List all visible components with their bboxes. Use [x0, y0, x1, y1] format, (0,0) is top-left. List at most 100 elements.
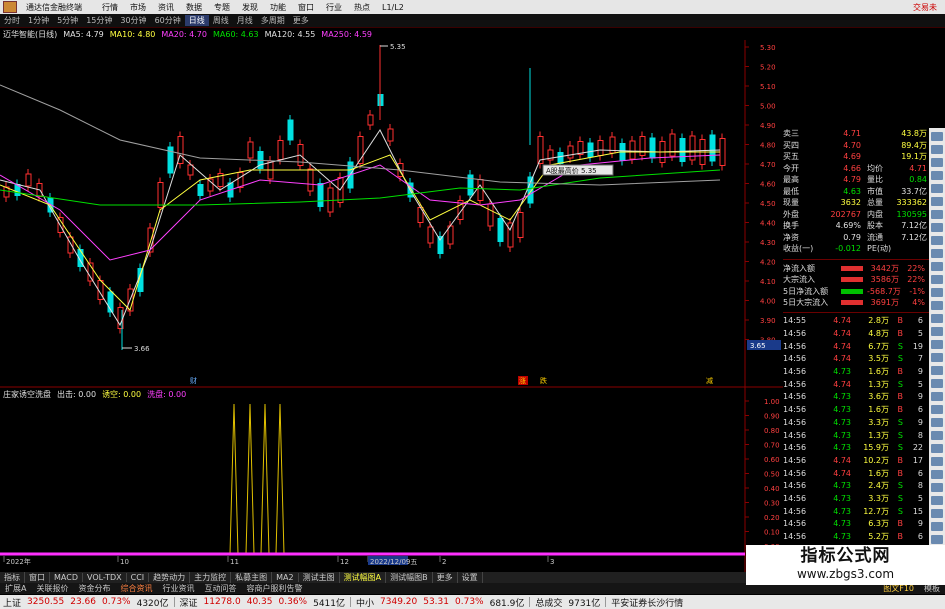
menu-item-window[interactable]: 窗口 [292, 2, 320, 13]
period-tab-monthly[interactable]: 月线 [233, 15, 257, 26]
sidebar-icon-22[interactable] [931, 405, 943, 414]
sz-index-label[interactable]: 深证 [177, 596, 201, 609]
menu-item-industry[interactable]: 行业 [320, 2, 348, 13]
kline-chart[interactable]: 5.30 5.20 5.10 5.00 4.90 4.80 4.70 4.60 4.50 4.40… [0, 40, 783, 572]
sidebar-icon-2[interactable] [931, 145, 943, 154]
tab-main-monitor[interactable]: 主力监控 [190, 572, 232, 583]
sub-indicator-name[interactable]: 庄家诱空洗盘 [0, 389, 54, 400]
trade-menu[interactable]: 交易未 [907, 2, 945, 13]
period-tab-1min[interactable]: 1分钟 [24, 15, 53, 26]
zx-index-label[interactable]: 中小 [353, 596, 377, 609]
sidebar-icon-32[interactable] [931, 535, 943, 544]
menu-item-discover[interactable]: 发现 [236, 2, 264, 13]
period-tab-60min[interactable]: 60分钟 [151, 15, 185, 26]
period-tab-daily[interactable]: 日线 [184, 15, 209, 26]
period-tab-intraday[interactable]: 分时 [0, 15, 24, 26]
sidebar-icon-19[interactable] [931, 366, 943, 375]
sidebar-icon-15[interactable] [931, 314, 943, 323]
tab-test-sub-b[interactable]: 测试幅图B [386, 572, 433, 583]
info-tab-qa[interactable]: 互动问答 [199, 583, 241, 594]
candle [477, 179, 484, 201]
info-tab-fund-dist[interactable]: 资金分布 [73, 583, 115, 594]
tab-settings[interactable]: 设置 [458, 572, 483, 583]
sidebar-icon-31[interactable] [931, 522, 943, 531]
menu-item-topic[interactable]: 专题 [208, 2, 236, 13]
sidebar-icon-26[interactable] [931, 457, 943, 466]
sidebar-icon-7[interactable] [931, 210, 943, 219]
event-marker-finance[interactable]: 财 [190, 376, 197, 385]
menu-item-function[interactable]: 功能 [264, 2, 292, 13]
sh-index-label[interactable]: 上证 [0, 596, 24, 609]
sidebar-icon-20[interactable] [931, 379, 943, 388]
period-tab-30min[interactable]: 30分钟 [116, 15, 150, 26]
tab-private-main[interactable]: 私募主图 [231, 572, 273, 583]
event-marker-down[interactable]: 跌 [540, 376, 547, 385]
tab-ma2[interactable]: MA2 [272, 573, 299, 582]
broker-label[interactable]: 平安证券长沙行情 [608, 596, 686, 609]
tab-window[interactable]: 窗口 [25, 572, 50, 583]
period-tab-more[interactable]: 更多 [289, 15, 313, 26]
menu-item-market2[interactable]: 市场 [124, 2, 152, 13]
tab-more[interactable]: 更多 [433, 572, 458, 583]
period-tab-15min[interactable]: 15分钟 [82, 15, 116, 26]
period-tab-multi[interactable]: 多周期 [257, 15, 289, 26]
period-tab-weekly[interactable]: 周线 [209, 15, 233, 26]
sh-index-change: 23.66 [70, 597, 96, 607]
sidebar-icon-25[interactable] [931, 444, 943, 453]
zx-index-value: 7349.20 [380, 597, 418, 607]
quote-value2: 33.7亿 [901, 186, 927, 196]
tick-time: 14:56 [783, 481, 807, 491]
sidebar-icon-23[interactable] [931, 418, 943, 427]
sidebar-icon-12[interactable] [931, 275, 943, 284]
tick-price: 4.73 [833, 405, 851, 415]
info-tab-extend[interactable]: 扩展A [0, 583, 31, 594]
sidebar-icon-1[interactable] [931, 132, 943, 141]
event-marker-up[interactable]: 涨 [519, 376, 526, 385]
quote-label: 现量 [783, 198, 799, 208]
menu-item-level[interactable]: L1/L2 [376, 3, 410, 12]
tab-trend[interactable]: 趋势动力 [149, 572, 191, 583]
info-tab-alert[interactable]: 容商户服利告警 [241, 583, 307, 594]
sidebar-icon-11[interactable] [931, 262, 943, 271]
tab-macd[interactable]: MACD [50, 573, 83, 582]
sidebar-icon-5[interactable] [931, 184, 943, 193]
sidebar-icon-4[interactable] [931, 171, 943, 180]
stock-name[interactable]: 迈华智能(日线) [0, 29, 60, 40]
sidebar-icon-14[interactable] [931, 301, 943, 310]
sidebar-icon-28[interactable] [931, 483, 943, 492]
menu-item-hot[interactable]: 热点 [348, 2, 376, 13]
sidebar-icon-9[interactable] [931, 236, 943, 245]
period-tab-5min[interactable]: 5分钟 [53, 15, 82, 26]
tab-indicator[interactable]: 指标 [0, 572, 25, 583]
info-tab-industry[interactable]: 行业资讯 [157, 583, 199, 594]
sidebar-icon-24[interactable] [931, 431, 943, 440]
sidebar-icon-17[interactable] [931, 340, 943, 349]
menu-item-data[interactable]: 数据 [180, 2, 208, 13]
sidebar-icon-27[interactable] [931, 470, 943, 479]
menu-item-market[interactable]: 行情 [96, 2, 124, 13]
tab-cci[interactable]: CCI [127, 573, 150, 582]
sidebar-icon-10[interactable] [931, 249, 943, 258]
sidebar-icon-6[interactable] [931, 197, 943, 206]
tick-side: S [897, 379, 903, 389]
menu-item-news[interactable]: 资讯 [152, 2, 180, 13]
info-tab-related[interactable]: 关联报价 [31, 583, 73, 594]
sub-tick-label: 0.90 [764, 413, 780, 421]
tab-test-sub-a[interactable]: 测试幅图A [340, 572, 387, 583]
sidebar-icon-30[interactable] [931, 509, 943, 518]
tab-vol[interactable]: VOL-TDX [83, 573, 127, 582]
sidebar-icon-3[interactable] [931, 158, 943, 167]
tick-count: 9 [917, 519, 923, 529]
flow-label: 5日大宗流入 [783, 298, 829, 308]
tab-test-main[interactable]: 测试主图 [299, 572, 340, 583]
tick-side: B [897, 455, 904, 465]
sidebar-icon-16[interactable] [931, 327, 943, 336]
sidebar-icon-13[interactable] [931, 288, 943, 297]
event-marker-reduce[interactable]: 减 [706, 376, 713, 385]
info-tab-news[interactable]: 综合资讯 [115, 583, 157, 594]
tick-volume: 10.2万 [863, 455, 889, 465]
sidebar-icon-8[interactable] [931, 223, 943, 232]
sidebar-icon-29[interactable] [931, 496, 943, 505]
sidebar-icon-21[interactable] [931, 392, 943, 401]
sidebar-icon-18[interactable] [931, 353, 943, 362]
